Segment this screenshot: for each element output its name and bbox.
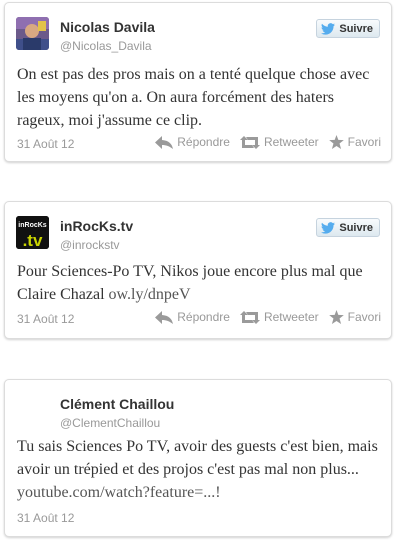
tweet-card: Clément Chaillou @ClementChaillou Tu sai… [4,379,392,537]
tweet-date[interactable]: 31 Août 12 [17,137,74,151]
retweet-icon [239,310,260,324]
author-handle[interactable]: @ClementChaillou [60,416,160,430]
follow-button[interactable]: Suivre [316,218,380,237]
retweet-icon [239,135,260,149]
reply-icon [155,135,174,149]
reply-label: Répondre [177,135,230,149]
author-name[interactable]: inRocKs.tv [60,218,133,234]
favorite-label: Favori [347,310,381,324]
author-name[interactable]: Clément Chaillou [60,396,174,412]
star-icon [328,310,344,324]
reply-icon [155,310,174,324]
avatar[interactable] [16,394,49,427]
tweet-card: Nicolas Davila @Nicolas_Davila Suivre On… [4,2,392,162]
avatar-text-top: inRocKs [18,222,47,229]
tweet-text: On est pas des pros mais on a tenté quel… [17,66,370,129]
tweet-actions: Répondre Retweeter Favori [155,310,381,324]
follow-label: Suivre [339,221,373,234]
tweet-text-body: Tu sais Sciences Po TV, avoir des guests… [17,438,378,478]
author-name[interactable]: Nicolas Davila [60,19,155,35]
retweet-button[interactable]: Retweeter [239,310,319,324]
retweet-label: Retweeter [263,135,319,149]
tweet-text: Pour Sciences-Po TV, Nikos joue encore p… [17,260,383,306]
star-icon [328,135,344,149]
reply-button[interactable]: Répondre [155,135,230,149]
reply-label: Répondre [177,310,230,324]
reply-button[interactable]: Répondre [155,310,230,324]
author-handle[interactable]: @inrockstv [60,238,120,252]
avatar-text-bottom: .tv [23,231,43,249]
avatar[interactable]: inRocKs .tv [16,216,49,249]
tweet-date[interactable]: 31 Août 12 [17,511,74,525]
favorite-label: Favori [347,135,381,149]
retweet-label: Retweeter [263,310,319,324]
tweet-card: inRocKs .tv inRocKs.tv @inrockstv Suivre… [4,201,392,339]
follow-label: Suivre [339,22,373,35]
tweet-text: Tu sais Sciences Po TV, avoir des guests… [17,435,383,504]
favorite-button[interactable]: Favori [328,310,381,324]
favorite-button[interactable]: Favori [328,135,381,149]
author-handle[interactable]: @Nicolas_Davila [60,39,152,53]
tweet-link[interactable]: youtube.com/watch?feature=...! [17,484,221,501]
twitter-bird-icon [321,221,336,234]
avatar[interactable] [16,17,49,50]
tweet-actions: Répondre Retweeter Favori [155,135,381,149]
follow-button[interactable]: Suivre [316,19,380,38]
tweet-link[interactable]: ow.ly/dnpeV [109,286,191,303]
tweet-date[interactable]: 31 Août 12 [17,312,74,326]
twitter-bird-icon [321,22,336,35]
retweet-button[interactable]: Retweeter [239,135,319,149]
